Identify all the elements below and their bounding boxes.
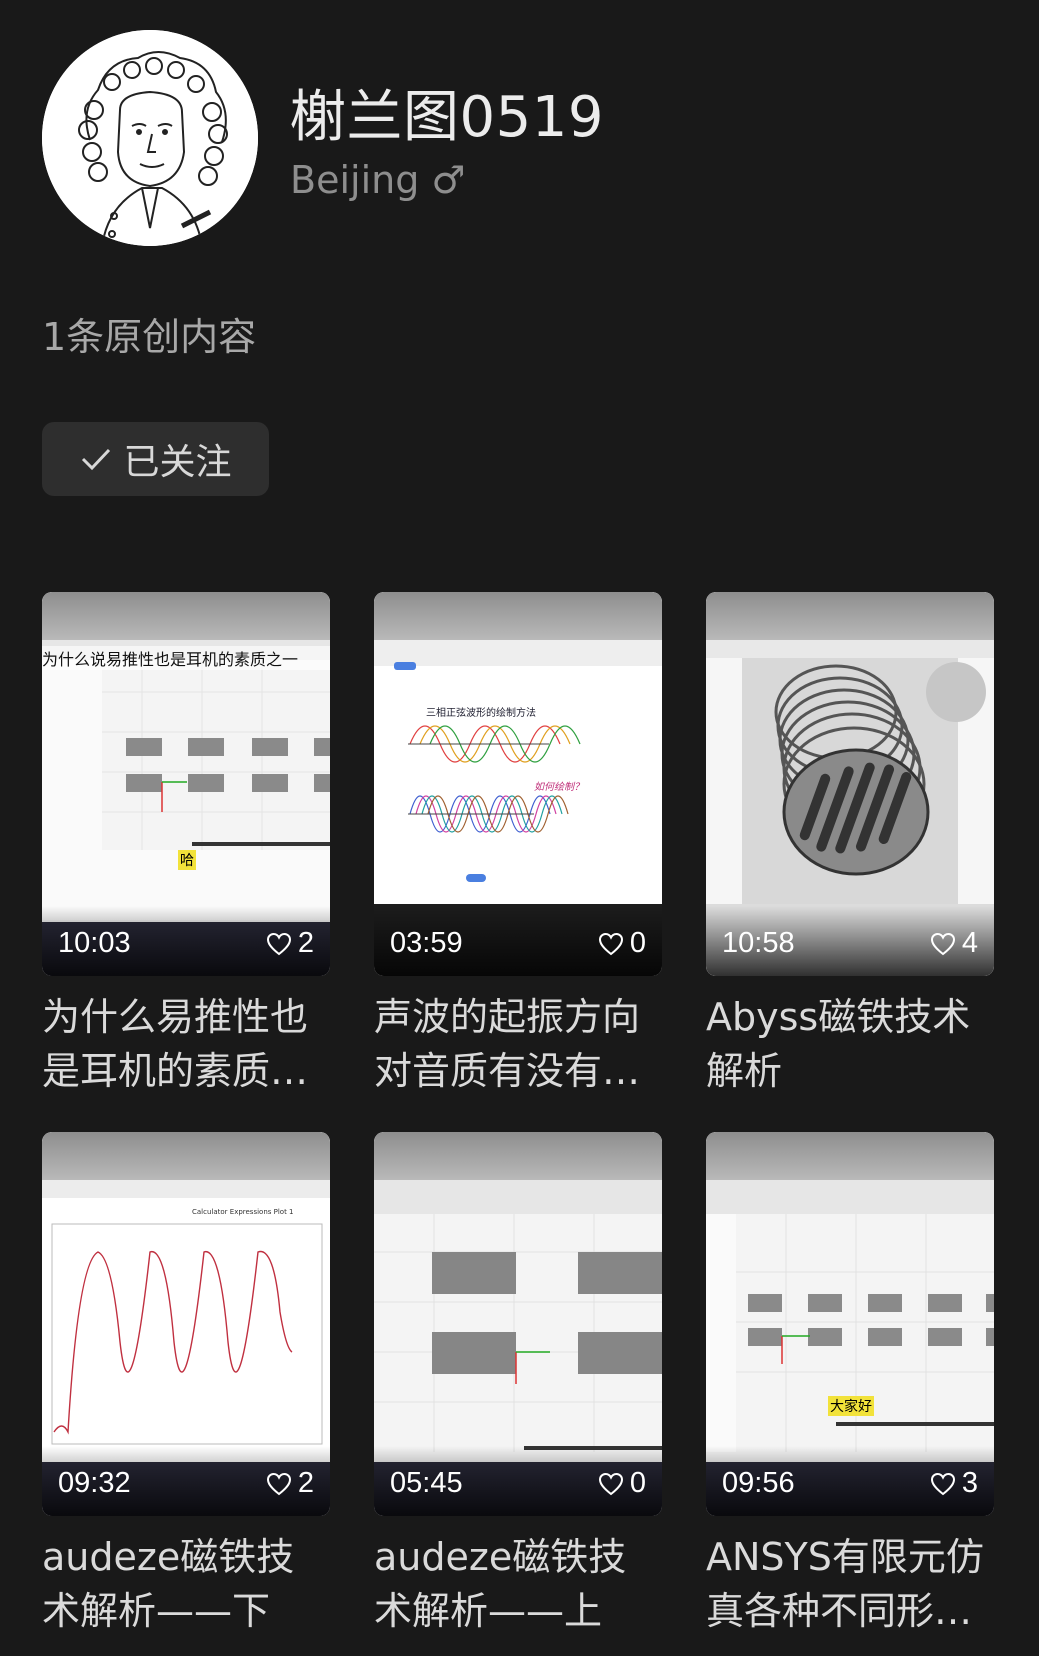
like-count: 3 <box>930 1467 978 1500</box>
video-card[interactable]: 10:58 4 Abyss磁铁技术解析 <box>706 592 994 1098</box>
video-duration: 03:59 <box>390 927 463 959</box>
checkmark-icon <box>79 442 113 476</box>
video-thumbnail[interactable]: 10:58 4 <box>706 592 994 976</box>
avatar[interactable] <box>42 30 258 246</box>
thumb-shade <box>706 592 994 640</box>
like-count-value: 0 <box>629 1467 646 1499</box>
original-content-count: 1条原创内容 <box>42 315 257 359</box>
video-subtitle: 哈 <box>178 850 196 870</box>
video-thumbnail[interactable]: 为什么说易推性也是耳机的素质之一 哈 10:03 2 <box>42 592 330 976</box>
like-count: 4 <box>930 927 978 960</box>
like-count-value: 0 <box>629 927 646 959</box>
like-count-value: 3 <box>961 1467 978 1499</box>
video-thumbnail[interactable]: 05:45 0 <box>374 1132 662 1516</box>
location-text: Beijing <box>290 158 420 202</box>
video-card[interactable]: 05:45 0 audeze磁铁技术解析——上 <box>374 1132 662 1638</box>
heart-icon <box>930 1472 955 1495</box>
video-duration: 10:03 <box>58 927 131 959</box>
video-card[interactable]: Calculator Expressions Plot 1 09:32 2 au… <box>42 1132 330 1638</box>
like-count-value: 2 <box>297 1467 314 1499</box>
profile-location-row: Beijing ♂ <box>290 158 466 202</box>
following-label: 已关注 <box>123 442 232 483</box>
video-subtitle: 大家好 <box>828 1396 874 1416</box>
thumb-shade <box>706 1132 994 1180</box>
thumb-shade <box>42 592 330 640</box>
video-duration: 09:56 <box>722 1467 795 1499</box>
video-subtitle: 如何绘制？ <box>534 782 584 793</box>
video-title[interactable]: audeze磁铁技术解析——下 <box>42 1530 330 1638</box>
video-caption-overlay: Calculator Expressions Plot 1 <box>192 1208 294 1216</box>
heart-icon <box>598 932 623 955</box>
portrait-sketch-icon <box>42 30 258 246</box>
video-thumbnail[interactable]: 三相正弦波形的绘制方法 如何绘制？ 03:59 0 <box>374 592 662 976</box>
following-button[interactable]: 已关注 <box>42 422 269 496</box>
gender-male-icon: ♂ <box>431 158 466 202</box>
heart-icon <box>930 932 955 955</box>
thumb-shade <box>42 1132 330 1180</box>
video-title[interactable]: Abyss磁铁技术解析 <box>706 990 994 1098</box>
video-duration: 09:32 <box>58 1467 131 1499</box>
video-title[interactable]: ANSYS有限元仿真各种不同形… <box>706 1530 994 1638</box>
video-duration: 05:45 <box>390 1467 463 1499</box>
like-count: 0 <box>598 927 646 960</box>
video-card[interactable]: 大家好 09:56 3 ANSYS有限元仿真各种不同形… <box>706 1132 994 1638</box>
video-thumbnail[interactable]: 大家好 09:56 3 <box>706 1132 994 1516</box>
video-title[interactable]: 声波的起振方向对音质有没有… <box>374 990 662 1098</box>
like-count: 0 <box>598 1467 646 1500</box>
video-title[interactable]: 为什么易推性也是耳机的素质… <box>42 990 330 1098</box>
video-caption-overlay: 为什么说易推性也是耳机的素质之一 <box>42 646 330 670</box>
video-card[interactable]: 为什么说易推性也是耳机的素质之一 哈 10:03 2 为什么易推性也是耳机的素质… <box>42 592 330 1098</box>
video-title[interactable]: audeze磁铁技术解析——上 <box>374 1530 662 1638</box>
like-count: 2 <box>266 1467 314 1500</box>
like-count: 2 <box>266 927 314 960</box>
video-grid: 为什么说易推性也是耳机的素质之一 哈 10:03 2 为什么易推性也是耳机的素质… <box>42 592 994 1638</box>
profile-name: 榭兰图0519 <box>290 85 605 150</box>
video-thumbnail[interactable]: Calculator Expressions Plot 1 09:32 2 <box>42 1132 330 1516</box>
thumb-shade <box>374 1132 662 1180</box>
heart-icon <box>266 932 291 955</box>
like-count-value: 4 <box>961 927 978 959</box>
heart-icon <box>598 1472 623 1495</box>
video-card[interactable]: 三相正弦波形的绘制方法 如何绘制？ 03:59 0 声波的起振方向对音质有没有… <box>374 592 662 1098</box>
thumb-shade <box>374 592 662 640</box>
video-duration: 10:58 <box>722 927 795 959</box>
video-caption-overlay: 三相正弦波形的绘制方法 <box>426 708 536 719</box>
like-count-value: 2 <box>297 927 314 959</box>
heart-icon <box>266 1472 291 1495</box>
